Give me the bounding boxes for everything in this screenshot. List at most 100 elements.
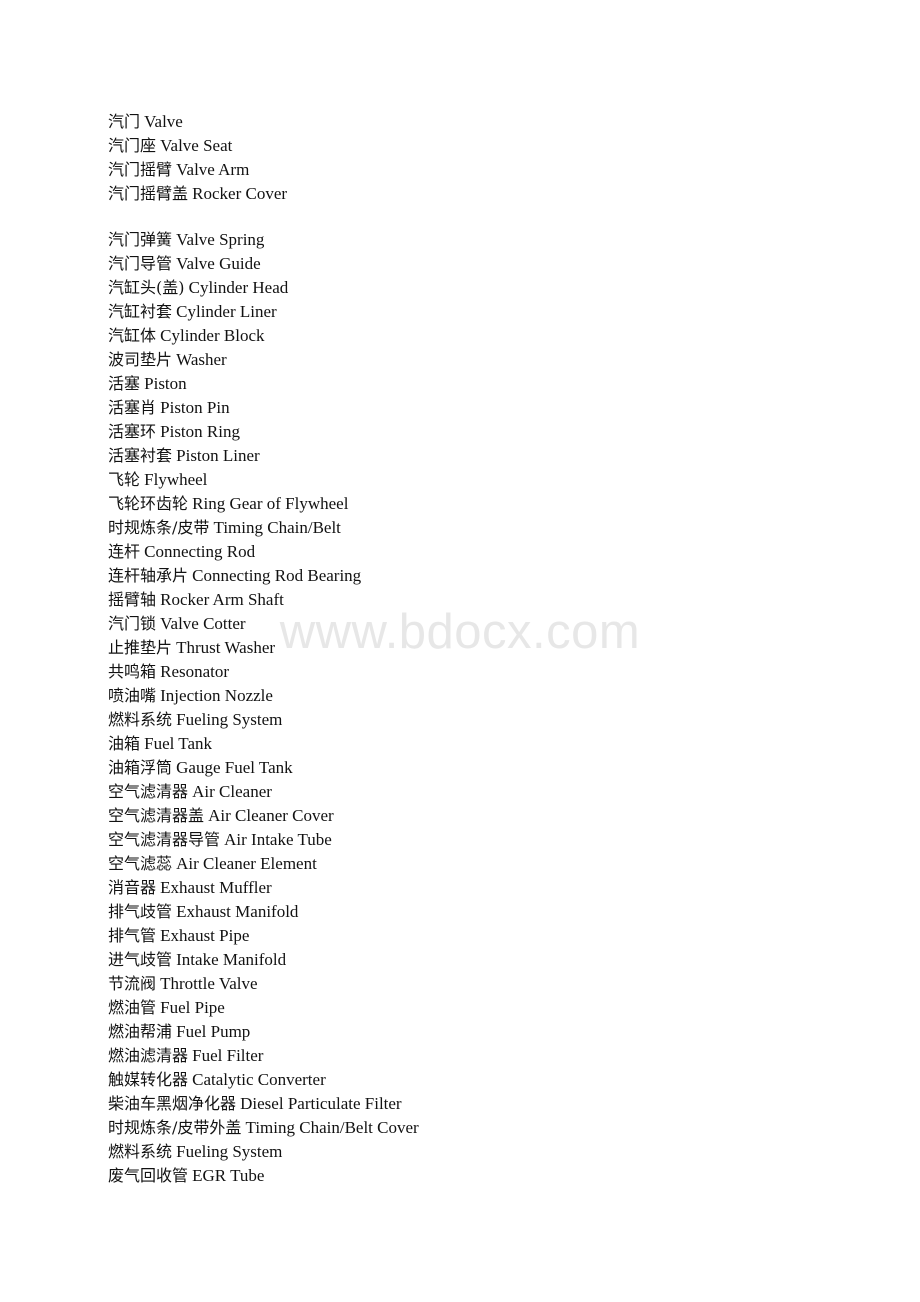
term-chinese: 消音器 (108, 878, 157, 897)
term-english: Valve Seat (160, 136, 233, 155)
glossary-entry: 废气回收管 EGR Tube (108, 1164, 868, 1188)
term-chinese: 汽门弹簧 (108, 230, 173, 249)
glossary-entry: 活塞环 Piston Ring (108, 420, 868, 444)
term-chinese: 进气歧管 (108, 950, 173, 969)
term-english: Cylinder Liner (176, 302, 277, 321)
glossary-entry: 油箱浮筒 Gauge Fuel Tank (108, 756, 868, 780)
term-english: Valve (144, 112, 183, 131)
term-chinese: 空气滤清器 (108, 782, 189, 801)
term-english: Fuel Pipe (160, 998, 225, 1017)
glossary-entry: 触媒转化器 Catalytic Converter (108, 1068, 868, 1092)
term-english: Fuel Pump (176, 1022, 251, 1041)
glossary-entry: 燃油滤清器 Fuel Filter (108, 1044, 868, 1068)
term-english: Valve Spring (176, 230, 265, 249)
glossary-entry: 消音器 Exhaust Muffler (108, 876, 868, 900)
document-page: www.bdocx.com 汽门 Valve 汽门座 Valve Seat 汽门摇臂… (0, 0, 920, 1302)
term-english: Fueling System (176, 1142, 283, 1161)
glossary-entry: 汽缸体 Cylinder Block (108, 324, 868, 348)
term-english: Timing Chain/Belt Cover (245, 1118, 419, 1137)
term-english: Piston Pin (160, 398, 230, 417)
glossary-entry: 时规炼条/皮带外盖 Timing Chain/Belt Cover (108, 1116, 868, 1140)
term-chinese: 连杆 (108, 542, 141, 561)
term-english: Exhaust Manifold (176, 902, 299, 921)
glossary-entry: 汽门摇臂盖 Rocker Cover (108, 182, 868, 206)
glossary-entry: 共鸣箱 Resonator (108, 660, 868, 684)
term-english: Intake Manifold (176, 950, 287, 969)
term-chinese: 活塞环 (108, 422, 157, 441)
term-chinese: 空气滤清器盖 (108, 806, 205, 825)
glossary-entry: 汽门 Valve (108, 110, 868, 134)
glossary-entry: 燃油帮浦 Fuel Pump (108, 1020, 868, 1044)
term-english: Cylinder Head (188, 278, 289, 297)
glossary-entry: 燃料系统 Fueling System (108, 708, 868, 732)
glossary-entry: 柴油车黑烟净化器 Diesel Particulate Filter (108, 1092, 868, 1116)
term-english: Valve Arm (176, 160, 250, 179)
glossary-entry: 止推垫片 Thrust Washer (108, 636, 868, 660)
term-english: Air Cleaner Cover (208, 806, 334, 825)
term-english: Fueling System (176, 710, 283, 729)
term-chinese: 燃料系统 (108, 710, 173, 729)
term-english: Connecting Rod Bearing (192, 566, 362, 585)
term-english: Exhaust Pipe (160, 926, 250, 945)
term-chinese: 止推垫片 (108, 638, 173, 657)
glossary-entry: 节流阀 Throttle Valve (108, 972, 868, 996)
term-english: Gauge Fuel Tank (176, 758, 293, 777)
term-english: Ring Gear of Flywheel (192, 494, 349, 513)
glossary-entry: 空气滤蕊 Air Cleaner Element (108, 852, 868, 876)
term-english: Rocker Cover (192, 184, 288, 203)
term-english: Fuel Filter (192, 1046, 264, 1065)
term-chinese: 时规炼条/皮带 (108, 518, 210, 537)
term-chinese: 燃油滤清器 (108, 1046, 189, 1065)
glossary-entry: 汽缸衬套 Cylinder Liner (108, 300, 868, 324)
term-english: Air Intake Tube (224, 830, 332, 849)
term-chinese: 排气歧管 (108, 902, 173, 921)
term-english: Washer (176, 350, 227, 369)
term-english: Connecting Rod (144, 542, 256, 561)
term-chinese: 活塞肖 (108, 398, 157, 417)
glossary-entry: 进气歧管 Intake Manifold (108, 948, 868, 972)
term-chinese: 柴油车黑烟净化器 (108, 1094, 237, 1113)
term-english: Thrust Washer (176, 638, 276, 657)
glossary-entry: 汽门导管 Valve Guide (108, 252, 868, 276)
glossary-entry: 汽缸头(盖) Cylinder Head (108, 276, 868, 300)
glossary-entry: 时规炼条/皮带 Timing Chain/Belt (108, 516, 868, 540)
glossary-entry: 燃料系统 Fueling System (108, 1140, 868, 1164)
glossary-entry: 排气管 Exhaust Pipe (108, 924, 868, 948)
glossary-entry: 活塞 Piston (108, 372, 868, 396)
term-chinese: 汽缸衬套 (108, 302, 173, 321)
term-chinese: 汽缸体 (108, 326, 157, 345)
term-chinese: 汽门导管 (108, 254, 173, 273)
glossary-entry: 空气滤清器盖 Air Cleaner Cover (108, 804, 868, 828)
term-english: Flywheel (144, 470, 208, 489)
term-chinese: 摇臂轴 (108, 590, 157, 609)
term-english: Exhaust Muffler (160, 878, 272, 897)
glossary-entry: 飞轮环齿轮 Ring Gear of Flywheel (108, 492, 868, 516)
term-chinese: 触媒转化器 (108, 1070, 189, 1089)
term-english: Catalytic Converter (192, 1070, 326, 1089)
glossary-entry: 连杆轴承片 Connecting Rod Bearing (108, 564, 868, 588)
term-english: Throttle Valve (160, 974, 258, 993)
term-chinese: 排气管 (108, 926, 157, 945)
term-english: Air Cleaner (192, 782, 272, 801)
glossary-entry: 汽门锁 Valve Cotter (108, 612, 868, 636)
term-chinese: 燃油管 (108, 998, 157, 1017)
term-english: Injection Nozzle (160, 686, 273, 705)
term-chinese: 共鸣箱 (108, 662, 157, 681)
term-chinese: 燃料系统 (108, 1142, 173, 1161)
term-english: Diesel Particulate Filter (240, 1094, 402, 1113)
glossary-entry: 连杆 Connecting Rod (108, 540, 868, 564)
term-chinese: 节流阀 (108, 974, 157, 993)
term-chinese: 汽门座 (108, 136, 157, 155)
term-chinese: 活塞衬套 (108, 446, 173, 465)
term-english: Valve Guide (176, 254, 261, 273)
term-english: Cylinder Block (160, 326, 265, 345)
term-chinese: 油箱 (108, 734, 141, 753)
term-english: Resonator (160, 662, 230, 681)
glossary-entry: 飞轮 Flywheel (108, 468, 868, 492)
term-chinese: 汽门摇臂盖 (108, 184, 189, 203)
term-english: Valve Cotter (160, 614, 246, 633)
term-chinese: 燃油帮浦 (108, 1022, 173, 1041)
glossary-entry: 汽门摇臂 Valve Arm (108, 158, 868, 182)
term-chinese: 汽缸头(盖) (108, 278, 185, 297)
